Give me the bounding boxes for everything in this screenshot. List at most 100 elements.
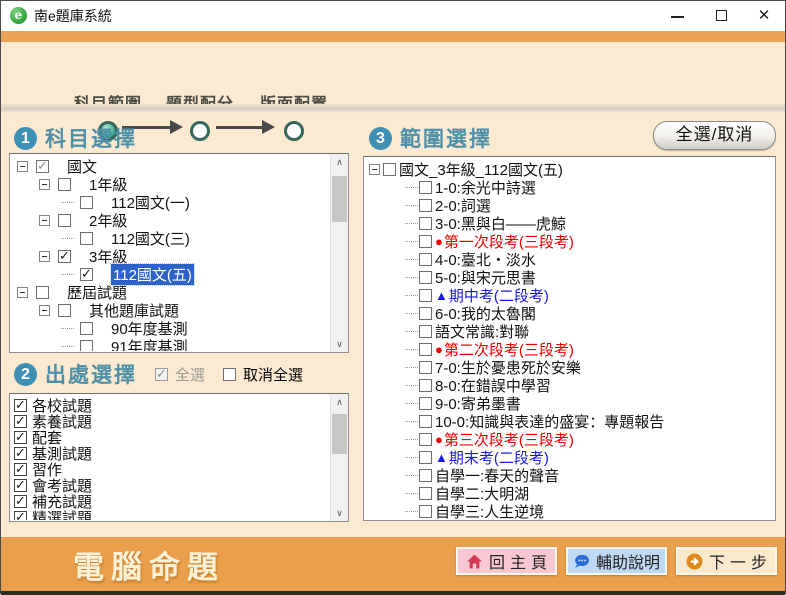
checkbox[interactable] (14, 477, 27, 493)
checkbox[interactable] (419, 180, 432, 194)
checkbox[interactable] (419, 378, 432, 392)
stepper-step-2[interactable]: 題型配分 (155, 90, 245, 141)
checkbox[interactable] (419, 414, 432, 428)
deselect-all-checkbox[interactable] (223, 367, 237, 381)
tree-item[interactable]: 7-0:生於憂患死於安樂 (365, 358, 774, 377)
maximize-button[interactable] (705, 1, 739, 31)
tree-expander-icon[interactable] (39, 304, 50, 316)
tree-item[interactable]: 112國文(一) (11, 193, 330, 212)
tree-item[interactable]: 4-0:臺北・淡水 (365, 250, 774, 269)
tree-item-label[interactable]: 91年度基測 (111, 336, 188, 352)
tree-expander-icon[interactable] (369, 163, 380, 175)
close-button[interactable]: ✕ (747, 1, 781, 31)
checkbox[interactable] (80, 231, 93, 245)
checkbox[interactable] (383, 162, 396, 176)
checkbox[interactable] (419, 486, 432, 500)
tree-item[interactable]: 90年度基測 (11, 319, 330, 338)
checkbox[interactable] (80, 339, 93, 351)
scroll-up-button[interactable]: ∧ (331, 154, 348, 170)
tree-item[interactable]: ● 第二次段考(三段考) (365, 340, 774, 359)
tree-expander-icon[interactable] (39, 250, 50, 262)
checkbox[interactable] (14, 493, 27, 509)
tree-item[interactable]: 10-0:知識與表達的盛宴：專題報告 (365, 412, 774, 431)
checkbox[interactable] (58, 177, 71, 191)
select-all-toggle-button[interactable]: 全選/取消 (653, 121, 776, 150)
tree-item[interactable]: 2-0:詞選 (365, 196, 774, 215)
checkbox[interactable] (58, 248, 71, 264)
tree-item[interactable]: 自學一:春天的聲音 (365, 466, 774, 485)
tree-item[interactable]: 自學三:人生逆境 (365, 502, 774, 519)
checkbox[interactable] (419, 342, 432, 356)
help-button[interactable]: 輔助說明 (566, 547, 667, 575)
checkbox[interactable] (419, 252, 432, 266)
checkbox[interactable] (14, 397, 27, 413)
checkbox[interactable] (419, 216, 432, 230)
tree-item[interactable]: 112國文(五) (11, 262, 330, 286)
checkbox[interactable] (419, 432, 432, 446)
tree-item[interactable]: 其他題庫試題 (11, 301, 330, 320)
tree-item[interactable]: 8-0:在錯誤中學習 (365, 376, 774, 395)
checkbox[interactable] (419, 270, 432, 284)
select-all-checkbox[interactable] (155, 366, 168, 382)
scroll-down-button[interactable]: ∨ (331, 505, 348, 521)
checkbox[interactable] (58, 213, 71, 227)
checkbox[interactable] (419, 234, 432, 248)
tree-item-label[interactable]: 自學三:人生逆境 (435, 501, 544, 520)
tree-expander-icon[interactable] (39, 178, 50, 190)
checkbox[interactable] (80, 195, 93, 209)
scrollbar[interactable]: ∧ ∨ (330, 394, 348, 521)
tree-item[interactable]: 112國文(三) (11, 229, 330, 248)
tree-expander-icon[interactable] (17, 160, 28, 172)
select-all-checkbox-group[interactable]: 全選 (155, 364, 205, 385)
checkbox[interactable] (419, 450, 432, 464)
checkbox[interactable] (36, 285, 49, 299)
checkbox[interactable] (14, 509, 27, 520)
tree-item[interactable]: ▲ 期末考(二段考) (365, 448, 774, 467)
checkbox[interactable] (419, 396, 432, 410)
tree-item[interactable]: 3年級 (11, 247, 330, 266)
checkbox[interactable] (419, 306, 432, 320)
tree-item[interactable]: 1-0:余光中詩選 (365, 178, 774, 197)
tree-item[interactable]: 國文_3年級_112國文(五) (365, 160, 774, 179)
minimize-button[interactable] (661, 1, 695, 31)
checkbox[interactable] (14, 445, 27, 461)
tree-item[interactable]: 91年度基測 (11, 337, 330, 351)
tree-item[interactable]: ▲ 期中考(二段考) (365, 286, 774, 305)
tree-item[interactable]: 歷屆試題 (11, 283, 330, 302)
checkbox[interactable] (14, 461, 27, 477)
checkbox[interactable] (58, 303, 71, 317)
tree-item[interactable]: 自學二:大明湖 (365, 484, 774, 503)
scroll-up-button[interactable]: ∧ (331, 394, 348, 410)
checkbox[interactable] (14, 413, 27, 429)
tree-item[interactable]: 5-0:與宋元思書 (365, 268, 774, 287)
scrollbar[interactable]: ∧ ∨ (330, 154, 348, 352)
checkbox[interactable] (80, 266, 93, 282)
checkbox[interactable] (80, 321, 93, 335)
tree-expander-icon[interactable] (39, 214, 50, 226)
tree-item[interactable]: 9-0:寄弟墨書 (365, 394, 774, 413)
tree-item[interactable]: 3-0:黑與白——虎鯨 (365, 214, 774, 233)
tree-item[interactable]: ● 第三次段考(三段考) (365, 430, 774, 449)
checkbox[interactable] (419, 468, 432, 482)
checkbox[interactable] (36, 158, 49, 174)
checkbox[interactable] (419, 504, 432, 518)
tree-expander-icon[interactable] (17, 286, 28, 298)
scroll-thumb[interactable] (332, 414, 347, 454)
tree-item[interactable]: ● 第一次段考(三段考) (365, 232, 774, 251)
checkbox[interactable] (419, 324, 432, 338)
tree-item[interactable]: 1年級 (11, 175, 330, 194)
checkbox[interactable] (419, 360, 432, 374)
scroll-down-button[interactable]: ∨ (331, 336, 348, 352)
checkbox[interactable] (419, 288, 432, 302)
next-button[interactable]: 下一步 (676, 547, 777, 575)
tree-item[interactable]: 2年級 (11, 211, 330, 230)
checkbox[interactable] (419, 198, 432, 212)
home-button[interactable]: 回主頁 (456, 547, 557, 575)
tree-item[interactable]: 語文常識:對聯 (365, 322, 774, 341)
list-item[interactable]: 精選試題 (11, 509, 330, 520)
checkbox[interactable] (14, 429, 27, 445)
deselect-all-checkbox-group[interactable]: 取消全選 (223, 364, 303, 385)
tree-item[interactable]: 6-0:我的太魯閣 (365, 304, 774, 323)
scroll-thumb[interactable] (332, 176, 347, 222)
tree-item[interactable]: 國文 (11, 157, 330, 176)
